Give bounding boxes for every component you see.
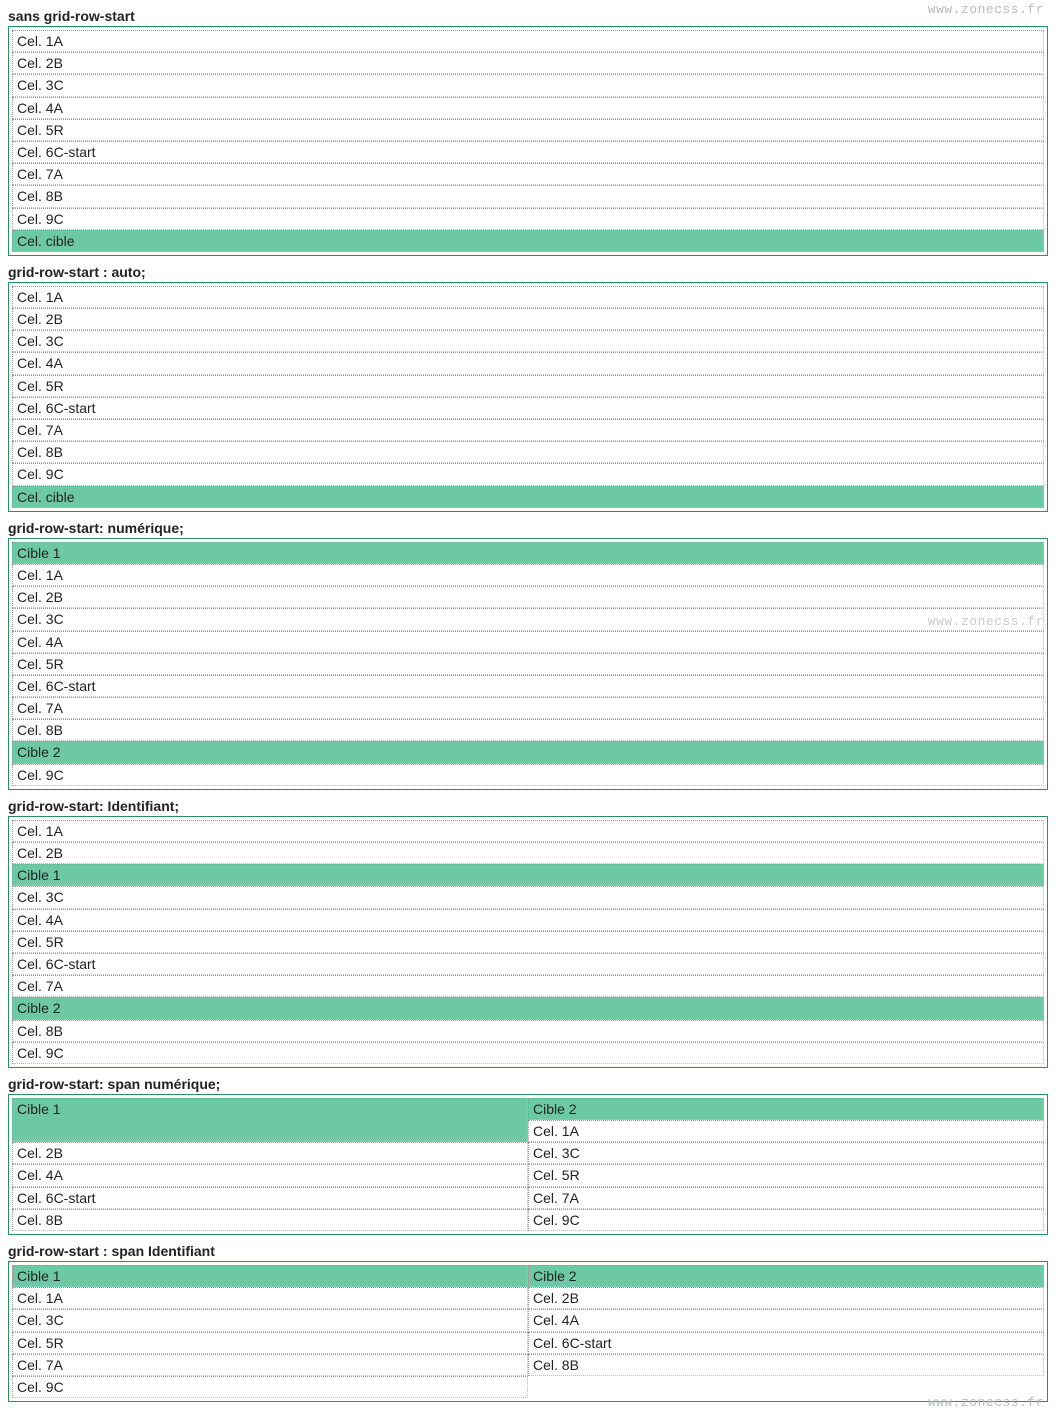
grid-cell-target: Cible 1 bbox=[12, 864, 1044, 886]
grid-cell-target: Cible 2 bbox=[12, 741, 1044, 763]
grid-cell: Cel. 4A bbox=[12, 1164, 528, 1186]
grid-cell: Cel. 2B bbox=[12, 586, 1044, 608]
grid-container: Cel. 1ACel. 2BCel. 3CCel. 4ACel. 5RCel. … bbox=[8, 26, 1048, 256]
grid-cell: Cel. 3C bbox=[12, 1309, 528, 1331]
grid-cell: Cel. 5R bbox=[12, 119, 1044, 141]
grid-container: Cible 1Cel. 1ACel. 2BCel. 3CCel. 4ACel. … bbox=[8, 538, 1048, 790]
grid-cell: Cel. 2B bbox=[12, 842, 1044, 864]
grid-cells: Cible 1Cible 2Cel. 1ACel. 2BCel. 3CCel. … bbox=[12, 1098, 1044, 1231]
grid-cell: Cel. 9C bbox=[12, 208, 1044, 230]
grid-cell: Cel. 1A bbox=[12, 30, 1044, 52]
grid-cell: Cel. 1A bbox=[528, 1120, 1044, 1142]
grid-cell: Cel. 1A bbox=[12, 820, 1044, 842]
grid-example-section: grid-row-start: numérique; Cible 1Cel. 1A… bbox=[8, 520, 1048, 790]
section-title: grid-row-start : auto; bbox=[8, 264, 1048, 280]
grid-cell: Cel. 5R bbox=[528, 1164, 1044, 1186]
grid-cells: Cel. 1ACel. 2BCible 1Cel. 3CCel. 4ACel. … bbox=[12, 820, 1044, 1064]
grid-cell-target: Cel. cible bbox=[12, 486, 1044, 508]
grid-cell: Cel. 9C bbox=[12, 1042, 1044, 1064]
grid-cells: Cible 1Cible 2Cel. 1ACel. 2BCel. 3CCel. … bbox=[12, 1265, 1044, 1398]
grid-cell: Cel. 9C bbox=[12, 764, 1044, 786]
grid-cell: Cel. 5R bbox=[12, 653, 1044, 675]
grid-example-section: grid-row-start : span Identifiant Cible 1… bbox=[8, 1243, 1048, 1402]
grid-cell: Cel. 7A bbox=[12, 163, 1044, 185]
grid-cell: Cel. 9C bbox=[528, 1209, 1044, 1231]
grid-example-section: grid-row-start: span numérique; Cible 1Ci… bbox=[8, 1076, 1048, 1235]
grid-cell: Cel. 8B bbox=[12, 1020, 1044, 1042]
grid-cell-target: Cible 1 bbox=[12, 1265, 528, 1287]
section-title: grid-row-start: numérique; bbox=[8, 520, 1048, 536]
grid-cell-target: Cible 2 bbox=[12, 997, 1044, 1019]
grid-cell: Cel. 2B bbox=[12, 52, 1044, 74]
watermark-top: www.zonecss.fr bbox=[928, 2, 1044, 17]
grid-cell: Cel. 7A bbox=[12, 697, 1044, 719]
grid-cell-target: Cible 1 bbox=[12, 542, 1044, 564]
section-title: grid-row-start: span numérique; bbox=[8, 1076, 1048, 1092]
grid-cell: Cel. 5R bbox=[12, 931, 1044, 953]
grid-cell: Cel. 3C bbox=[12, 330, 1044, 352]
grid-container: Cible 1Cible 2Cel. 1ACel. 2BCel. 3CCel. … bbox=[8, 1094, 1048, 1235]
grid-cell: Cel. 6C-start bbox=[12, 675, 1044, 697]
grid-cell: Cel. 5R bbox=[12, 375, 1044, 397]
grid-cell: Cel. 4A bbox=[12, 631, 1044, 653]
grid-cell: Cel. 3C bbox=[12, 608, 1044, 630]
grid-cell: Cel. 4A bbox=[12, 352, 1044, 374]
grid-cell: Cel. 2B bbox=[12, 1142, 528, 1164]
grid-container: Cible 1Cible 2Cel. 1ACel. 2BCel. 3CCel. … bbox=[8, 1261, 1048, 1402]
grid-cell: Cel. 3C bbox=[12, 886, 1044, 908]
grid-cell: Cel. 2B bbox=[12, 308, 1044, 330]
grid-cell: Cel. 1A bbox=[12, 564, 1044, 586]
grid-cell: Cel. 8B bbox=[12, 1209, 528, 1231]
grid-example-section: grid-row-start : auto;Cel. 1ACel. 2BCel.… bbox=[8, 264, 1048, 512]
section-title: grid-row-start: Identifiant; bbox=[8, 798, 1048, 814]
grid-cell: Cel. 6C-start bbox=[12, 1187, 528, 1209]
grid-example-section: grid-row-start: Identifiant;Cel. 1ACel. … bbox=[8, 798, 1048, 1068]
grid-cell-target: Cible 2 bbox=[528, 1098, 1044, 1120]
grid-container: Cel. 1ACel. 2BCible 1Cel. 3CCel. 4ACel. … bbox=[8, 816, 1048, 1068]
grid-example-section: sans grid-row-start Cel. 1ACel. 2BCel. 3C… bbox=[8, 8, 1048, 256]
grid-cell: Cel. 3C bbox=[528, 1142, 1044, 1164]
grid-cell-target: Cel. cible bbox=[12, 230, 1044, 252]
grid-cells: Cible 1Cel. 1ACel. 2BCel. 3CCel. 4ACel. … bbox=[12, 542, 1044, 786]
grid-cell: Cel. 5R bbox=[12, 1332, 528, 1354]
grid-container: Cel. 1ACel. 2BCel. 3CCel. 4ACel. 5RCel. … bbox=[8, 282, 1048, 512]
grid-cell: Cel. 4A bbox=[528, 1309, 1044, 1331]
grid-cell: Cel. 6C-start bbox=[12, 397, 1044, 419]
grid-cell: Cel. 6C-start bbox=[12, 141, 1044, 163]
watermark-middle: www.zonecss.fr bbox=[928, 614, 1044, 629]
section-title: sans grid-row-start bbox=[8, 8, 1048, 24]
section-title: grid-row-start : span Identifiant bbox=[8, 1243, 1048, 1259]
watermark-bottom: www.zonecss.fr bbox=[928, 1395, 1044, 1410]
grid-cell: Cel. 3C bbox=[12, 74, 1044, 96]
grid-cell-target: Cible 2 bbox=[528, 1265, 1044, 1287]
grid-cell: Cel. 9C bbox=[12, 1376, 528, 1398]
grid-cell: Cel. 7A bbox=[528, 1187, 1044, 1209]
grid-cell: Cel. 7A bbox=[12, 419, 1044, 441]
grid-cell: Cel. 7A bbox=[12, 975, 1044, 997]
grid-cell: Cel. 6C-start bbox=[528, 1332, 1044, 1354]
grid-cell: Cel. 8B bbox=[12, 719, 1044, 741]
grid-cell: Cel. 8B bbox=[12, 441, 1044, 463]
grid-cell: Cel. 4A bbox=[12, 97, 1044, 119]
grid-cell: Cel. 2B bbox=[528, 1287, 1044, 1309]
grid-cell: Cel. 1A bbox=[12, 1287, 528, 1309]
grid-cell: Cel. 4A bbox=[12, 909, 1044, 931]
grid-cells: Cel. 1ACel. 2BCel. 3CCel. 4ACel. 5RCel. … bbox=[12, 286, 1044, 508]
grid-cells: Cel. 1ACel. 2BCel. 3CCel. 4ACel. 5RCel. … bbox=[12, 30, 1044, 252]
grid-cell: Cel. 8B bbox=[12, 185, 1044, 207]
grid-cell: Cel. 6C-start bbox=[12, 953, 1044, 975]
grid-cell-target: Cible 1 bbox=[12, 1098, 528, 1142]
grid-cell: Cel. 9C bbox=[12, 463, 1044, 485]
grid-cell: Cel. 1A bbox=[12, 286, 1044, 308]
